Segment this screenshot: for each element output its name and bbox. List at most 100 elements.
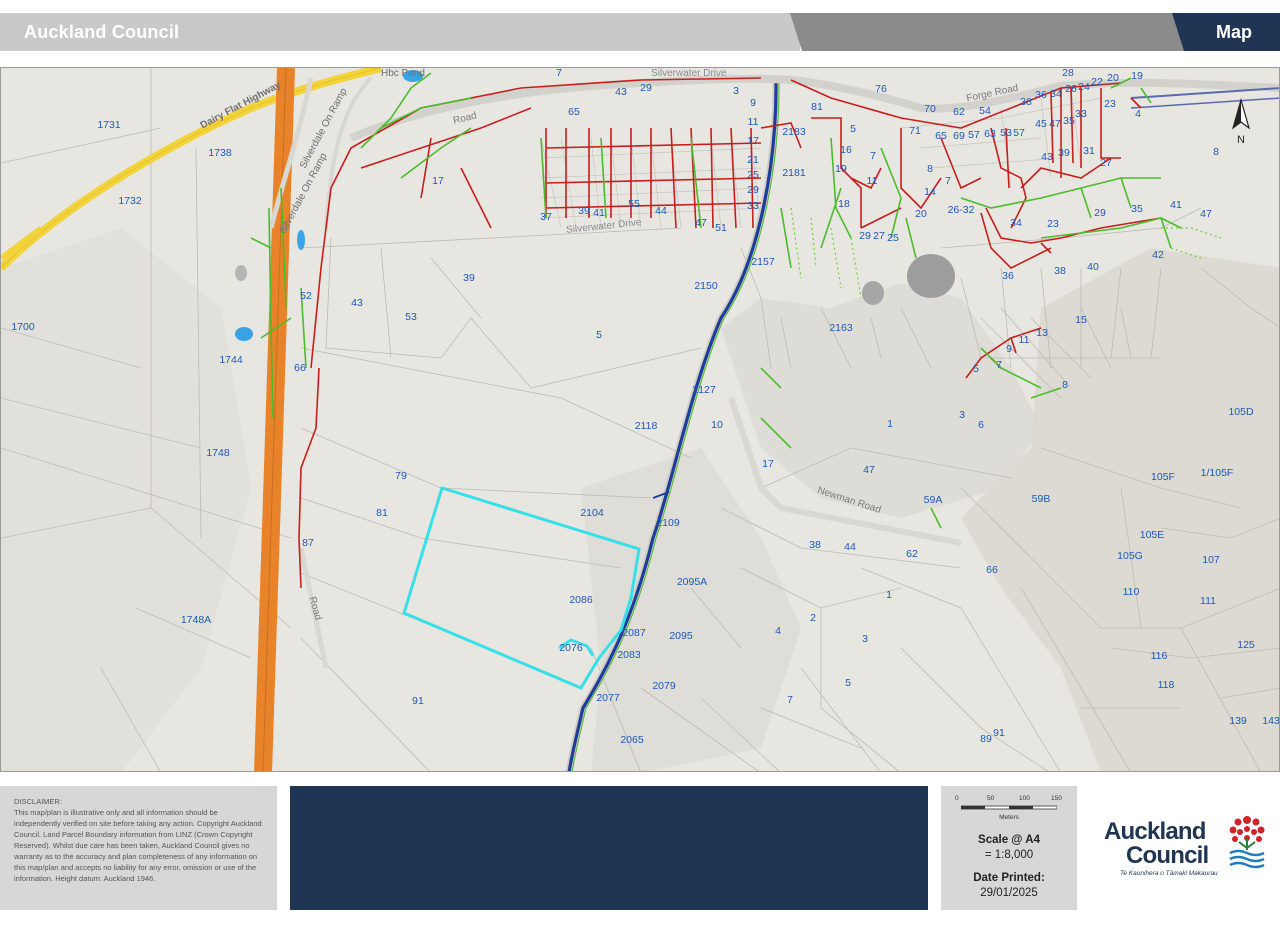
pond-blue-1 (297, 230, 305, 250)
parcel-label: 26 (1065, 83, 1077, 95)
parcel-label: 21 (747, 154, 759, 166)
disclaimer-text: This map/plan is illustrative only and a… (14, 808, 262, 883)
parcel-label: 4 (1135, 108, 1141, 120)
parcel-label: 2083 (617, 649, 641, 661)
parcel-label: 76 (875, 83, 887, 95)
parcel-label: 31 (1083, 145, 1095, 157)
parcel-label: 39 (578, 205, 590, 217)
parcel-label: 69 (953, 130, 965, 142)
parcel-label: 2077 (596, 692, 620, 704)
parcel-label: 110 (1122, 586, 1140, 598)
parcel-label: 62 (953, 106, 965, 118)
parcel-label: 1744 (219, 354, 243, 366)
parcel-label: 43 (1041, 151, 1053, 163)
auckland-council-logo: Auckland Council Te Kaunihera o Tāmaki M… (1100, 808, 1270, 884)
parcel-label: 91 (993, 727, 1005, 739)
map-title: Map (1216, 22, 1252, 42)
parcel-label: 35 (1131, 203, 1143, 215)
parcel-label: 3 (862, 633, 868, 645)
parcel-label: 25 (747, 169, 759, 181)
parcel-label: 7 (945, 175, 951, 187)
parcel-label: 1731 (97, 119, 121, 131)
parcel-label: 19 (835, 163, 847, 175)
parcel-label: 39 (1058, 147, 1070, 159)
parcel-label: 45 (1035, 118, 1047, 130)
parcel-label: 2183 (782, 126, 806, 138)
logo-subtitle: Te Kaunihera o Tāmaki Makaurau (1120, 870, 1218, 877)
scale-title: Scale @ A4 (978, 834, 1040, 846)
parcel-label: 2157 (751, 256, 775, 268)
parcel-label: 105G (1117, 550, 1143, 562)
parcel-label: 91 (412, 695, 424, 707)
parcel-label: 81 (376, 507, 388, 519)
parcel-label: 2181 (782, 167, 806, 179)
parcel-label: 27 (873, 230, 885, 242)
map-view[interactable]: Dairy Flat Highway Silverdale On Ramp Si… (0, 67, 1280, 772)
parcel-label: 2109 (656, 517, 680, 529)
parcel-label: 41 (1170, 199, 1182, 211)
parcel-label: 63 (984, 128, 996, 140)
parcel-label: 44 (655, 205, 667, 217)
parcel-label: 10 (711, 419, 723, 431)
parcel-label: 71 (909, 125, 921, 137)
parcel-label: 20 (915, 208, 927, 220)
parcel-label: 33 (1075, 108, 1087, 120)
parcel-label: 23 (1047, 218, 1059, 230)
scale-value: = 1:8,000 (984, 849, 1034, 861)
parcel-label: 57 (968, 129, 980, 141)
parcel-label: 51 (715, 222, 727, 234)
parcel-label: 105E (1139, 529, 1165, 541)
parcel-label: 52 (300, 290, 312, 302)
parcel-label: 2095A (676, 576, 708, 588)
parcel-label: 89 (980, 733, 992, 745)
parcel-label: 125 (1237, 639, 1255, 651)
parcel-label: 53 (405, 311, 417, 323)
parcel-label: 35 (1063, 115, 1075, 127)
parcel-label: 1732 (118, 195, 142, 207)
logo-word-1: Auckland (1104, 818, 1206, 845)
parcel-label: 38 (1054, 265, 1066, 277)
parcel-label: 8 (1062, 379, 1068, 391)
header-bar: Auckland Council Map (0, 13, 1280, 51)
parcel-label: 1700 (11, 321, 35, 333)
parcel-label: 13 (1036, 327, 1048, 339)
parcel-label: 1 (887, 418, 893, 430)
parcel-label: 43 (615, 86, 627, 98)
parcel-label: 42 (1152, 249, 1164, 261)
parcel-label: 2127 (692, 384, 716, 396)
parcel-label: 1/105F (1200, 467, 1234, 479)
parcel-label: 2118 (634, 420, 658, 432)
parcel-label: 11 (866, 175, 878, 187)
parcel-label: 8 (927, 163, 933, 175)
parcel-label: 4 (775, 625, 781, 637)
parcel-label: 29 (747, 184, 759, 196)
parcel-label: 44 (844, 541, 856, 553)
parcel-label: 2076 (559, 642, 583, 654)
parcel-label: 38 (809, 539, 821, 551)
parcel-label: 18 (838, 198, 850, 210)
parcel-label: 8 (1213, 146, 1219, 158)
parcel-label: 14 (924, 186, 936, 198)
parcel-label: 24 (1078, 81, 1090, 93)
road-label-silverwater-drive-top: Silverwater Drive (651, 68, 727, 79)
parcel-label: 2065 (620, 734, 644, 746)
parcel-label: 66 (986, 564, 998, 576)
parcel-label: 65 (935, 130, 947, 142)
parcel-label: 29 (640, 82, 652, 94)
parcel-label: 5 (850, 123, 856, 135)
pond-grey-3 (235, 265, 247, 281)
parcel-label: 2150 (694, 280, 718, 292)
parcel-label: 34 (1050, 88, 1062, 100)
road-label-hbc-pond: Hbc Pond (381, 68, 425, 79)
parcel-label: 118 (1157, 679, 1175, 691)
parcel-label: 15 (1075, 314, 1087, 326)
parcel-label: 29 (1094, 207, 1106, 219)
parcel-label: 139 (1229, 715, 1247, 727)
legend-panel (290, 786, 928, 910)
parcel-label: 38 (1020, 96, 1032, 108)
parcel-label: 11 (747, 116, 759, 128)
parcel-label: 28 (1062, 67, 1074, 79)
scale-unit: Meters (999, 814, 1019, 821)
org-title: Auckland Council (24, 22, 180, 42)
parcel-label: 33 (747, 200, 759, 212)
